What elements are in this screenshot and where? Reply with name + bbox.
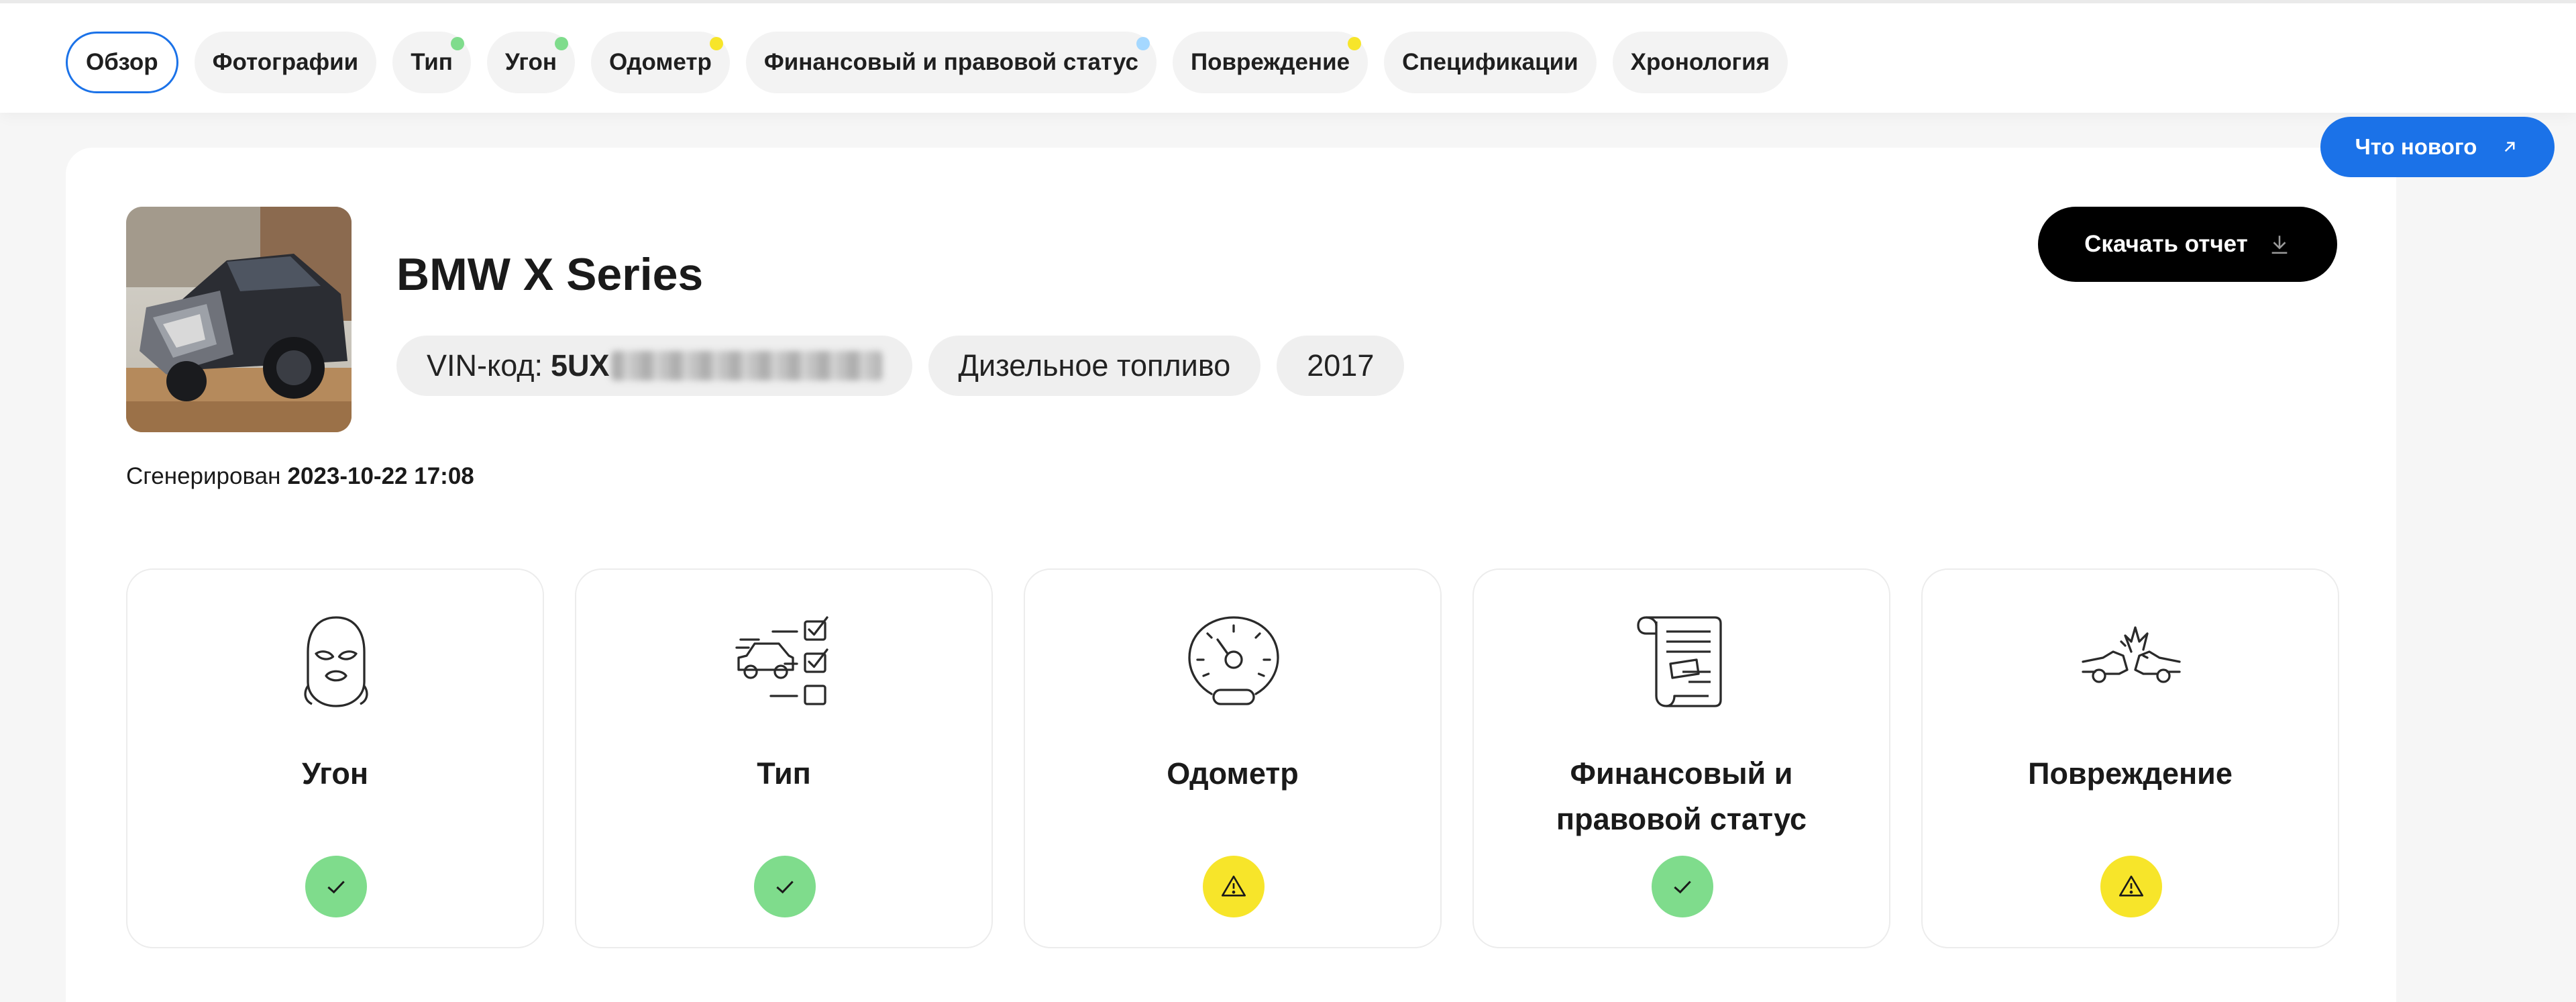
tile-label: Повреждение: [2028, 756, 2233, 791]
whats-new-button[interactable]: Что нового: [2320, 117, 2555, 177]
tab-photos[interactable]: Фотографии: [194, 32, 377, 93]
tab-specifications[interactable]: Спецификации: [1384, 32, 1597, 93]
check-icon: [327, 881, 345, 894]
tab-label: Повреждение: [1191, 49, 1350, 75]
whats-new-label: Что нового: [2355, 134, 2477, 159]
vehicle-attributes: VIN-код: 5UX Дизельное топливо 2017: [396, 336, 1405, 396]
tile-label: Тип: [757, 756, 811, 791]
balaclava-icon: [304, 616, 368, 707]
status-ok-badge: [1652, 856, 1713, 917]
tab-label: Обзор: [86, 49, 158, 75]
arrow-up-right-icon: [2505, 142, 2515, 152]
status-dot: [450, 37, 464, 50]
status-warning-badge: [2100, 856, 2162, 917]
status-warning-badge: [1203, 856, 1265, 917]
status-dot: [554, 37, 568, 50]
tab-overview[interactable]: Обзор: [66, 32, 178, 93]
car-crash-icon: [2082, 626, 2181, 683]
tab-label: Одометр: [608, 49, 712, 75]
generated-timestamp: Сгенерирован 2023-10-22 17:08: [126, 463, 474, 490]
generated-label: Сгенерирован: [126, 463, 281, 489]
tab-label: Спецификации: [1402, 49, 1578, 75]
warning-icon: [1222, 875, 1246, 897]
check-icon: [776, 881, 794, 894]
generated-value: 2023-10-22 17:08: [287, 463, 474, 489]
tab-label: Финансовый и правовой статус: [763, 49, 1138, 75]
download-icon: [2271, 236, 2288, 254]
vin-label: VIN-код:: [427, 348, 543, 383]
vehicle-title: BMW X Series: [396, 249, 704, 300]
tab-type[interactable]: Тип: [392, 32, 471, 93]
tile-label: Одометр: [1167, 756, 1299, 791]
tab-label: Фотографии: [212, 49, 359, 75]
top-navigation: Обзор Фотографии Тип Угон Одометр Финанс…: [0, 0, 2576, 113]
warning-icon: [2119, 875, 2143, 897]
vin-value: 5UX: [551, 348, 610, 383]
report-card: BMW X Series VIN-код: 5UX Дизельное топл…: [66, 148, 2396, 1002]
car-checklist-icon: [735, 616, 828, 705]
tile-theft[interactable]: Угон: [126, 568, 544, 948]
tab-label: Угон: [504, 49, 557, 75]
tile-odometer[interactable]: Одометр: [1024, 568, 1442, 948]
tile-label: Угон: [301, 756, 369, 791]
tile-label: Финансовый и правовой статус: [1556, 756, 1807, 836]
status-dot: [1136, 37, 1150, 50]
check-icon: [1674, 881, 1691, 894]
tab-history[interactable]: Хронология: [1612, 32, 1788, 93]
legal-scroll-icon: [1637, 616, 1722, 707]
status-ok-badge: [305, 856, 367, 917]
tab-damage[interactable]: Повреждение: [1173, 32, 1368, 93]
tile-financial-legal[interactable]: Финансовый и правовой статус: [1472, 568, 1890, 948]
status-ok-badge: [754, 856, 816, 917]
tab-theft[interactable]: Угон: [486, 32, 575, 93]
status-dot: [709, 37, 723, 50]
section-tabs: Обзор Фотографии Тип Угон Одометр Финанс…: [66, 32, 1788, 93]
tab-label: Тип: [411, 49, 453, 75]
tab-financial-legal[interactable]: Финансовый и правовой статус: [745, 32, 1157, 93]
fuel-chip: Дизельное топливо: [928, 336, 1261, 396]
tile-damage[interactable]: Повреждение: [1921, 568, 2339, 948]
vin-chip: VIN-код: 5UX: [396, 336, 912, 396]
vin-redacted: [610, 351, 882, 381]
summary-tiles: Угон Тип Одометр Финансовый и правовой с…: [126, 568, 2339, 948]
tab-odometer[interactable]: Одометр: [590, 32, 730, 93]
tile-type[interactable]: Тип: [575, 568, 993, 948]
download-report-button[interactable]: Скачать отчет: [2038, 207, 2337, 282]
status-dot: [1348, 37, 1362, 50]
year-chip: 2017: [1277, 336, 1405, 396]
speedometer-icon: [1188, 616, 1279, 705]
tab-label: Хронология: [1630, 49, 1770, 75]
vehicle-photo[interactable]: [126, 207, 352, 432]
download-label: Скачать отчет: [2084, 231, 2248, 257]
damaged-car-photo: [126, 207, 352, 432]
